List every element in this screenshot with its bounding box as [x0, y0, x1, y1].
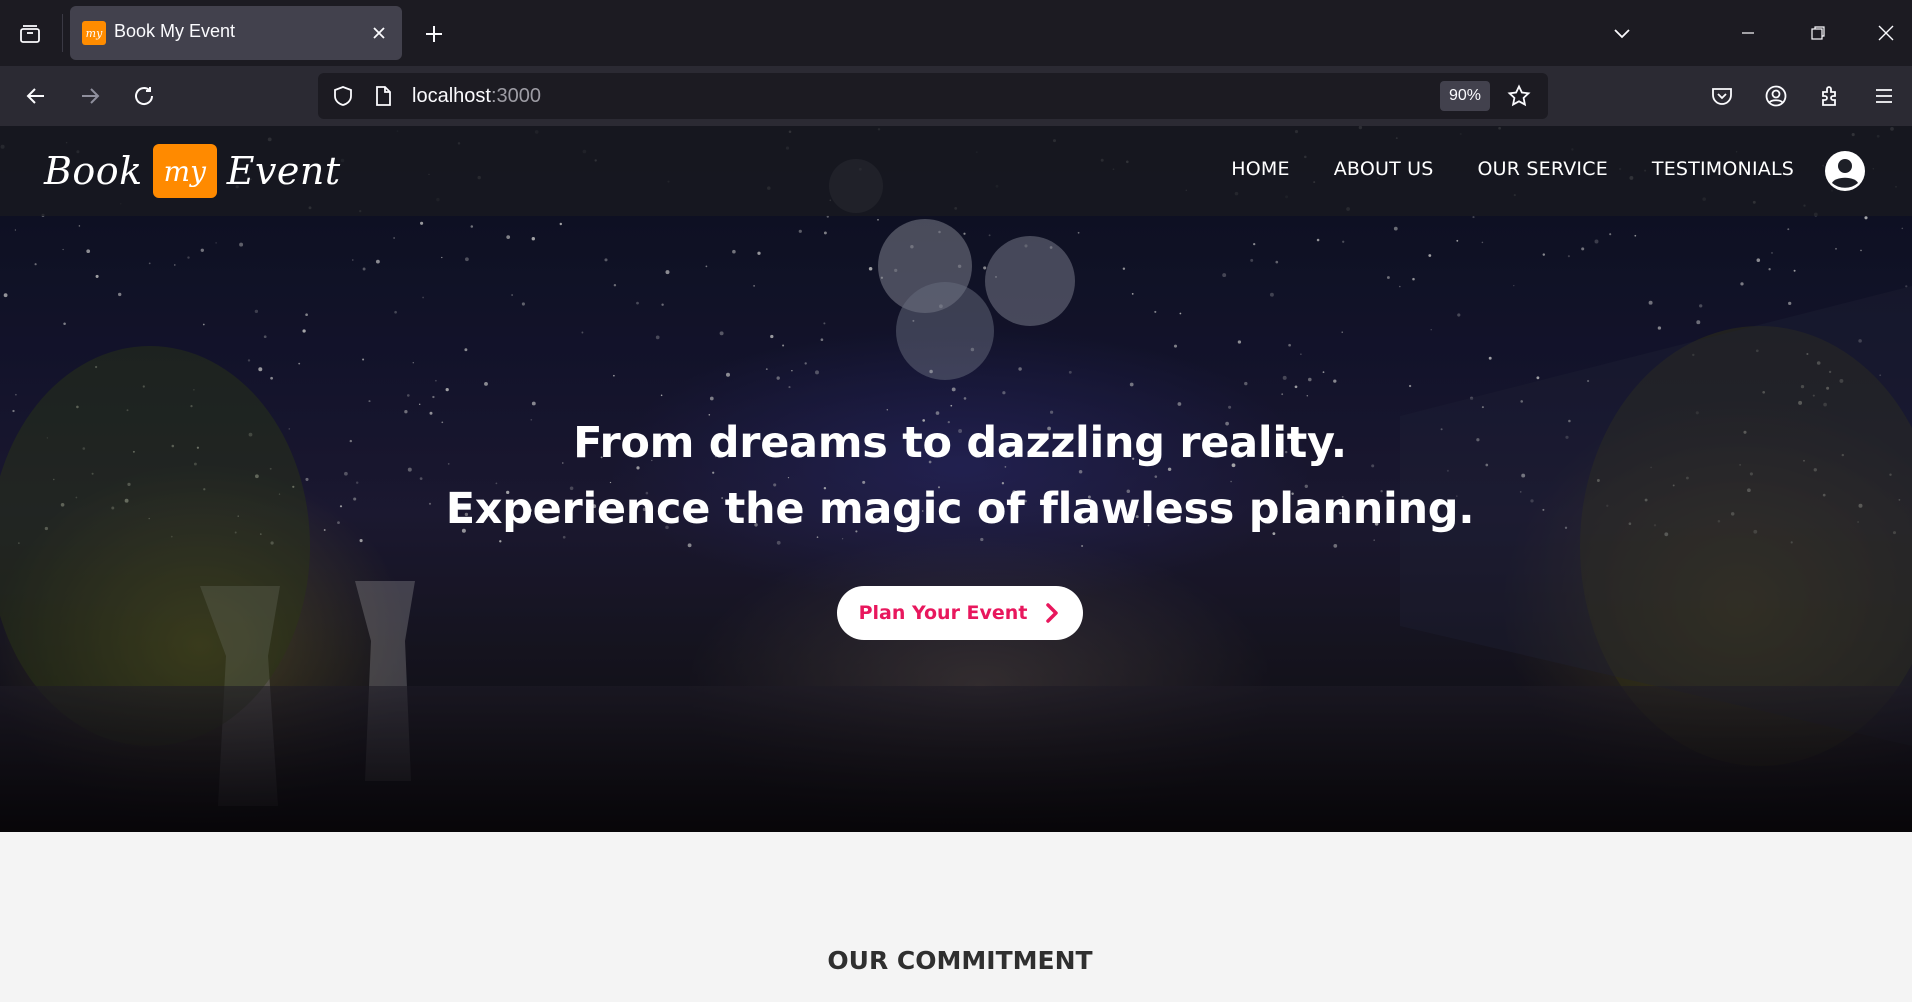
forward-arrow-icon[interactable] [70, 76, 110, 116]
browser-tab-strip: my Book My Event [0, 0, 1912, 66]
browser-tab[interactable]: my Book My Event [70, 6, 402, 60]
url-text[interactable]: localhost:3000 [412, 85, 541, 108]
chevron-down-icon[interactable] [1600, 12, 1644, 54]
minimize-icon[interactable] [1726, 12, 1770, 54]
reload-icon[interactable] [124, 76, 164, 116]
hero-line-2: Experience the magic of flawless plannin… [445, 484, 1475, 534]
browser-toolbar: localhost:3000 90% [0, 66, 1912, 126]
user-account-icon[interactable] [1824, 150, 1866, 192]
section-heading: OUR COMMITMENT [827, 946, 1093, 975]
hero-line-1: From dreams to dazzling reality. [573, 418, 1347, 468]
nav-link-home[interactable]: HOME [1231, 158, 1289, 180]
chevron-right-icon [1046, 603, 1059, 623]
restore-icon[interactable] [1796, 12, 1840, 54]
logo-word-my: my [163, 154, 206, 188]
site-nav: HOME ABOUT US OUR SERVICE TESTIMONIALS [1231, 158, 1794, 180]
nav-link-about-us[interactable]: ABOUT US [1334, 158, 1434, 180]
hero-headline: From dreams to dazzling reality. Experie… [0, 410, 1912, 542]
plus-icon[interactable] [416, 16, 452, 52]
account-icon[interactable] [1756, 76, 1796, 116]
tab-separator [62, 14, 63, 52]
favicon-text: my [85, 26, 103, 40]
back-arrow-icon[interactable] [16, 76, 56, 116]
tab-title: Book My Event [114, 21, 236, 41]
web-page: Book my Event HOME ABOUT US OUR SERVICE … [0, 126, 1912, 1002]
site-header: Book my Event HOME ABOUT US OUR SERVICE … [0, 126, 1912, 216]
page-icon[interactable] [370, 83, 396, 109]
menu-icon[interactable] [1864, 76, 1904, 116]
star-icon[interactable] [1504, 81, 1534, 111]
site-logo[interactable]: Book my Event [44, 142, 341, 200]
url-bar[interactable]: localhost:3000 90% [318, 73, 1548, 119]
tab-list-icon[interactable] [12, 16, 48, 52]
url-host: localhost [412, 85, 491, 107]
logo-word-event: Event [226, 149, 341, 193]
hero-section: Book my Event HOME ABOUT US OUR SERVICE … [0, 126, 1912, 832]
extensions-icon[interactable] [1810, 76, 1850, 116]
nav-link-testimonials[interactable]: TESTIMONIALS [1652, 158, 1794, 180]
logo-badge: my [152, 144, 217, 198]
plan-event-label: Plan Your Event [858, 602, 1028, 624]
nav-link-our-service[interactable]: OUR SERVICE [1478, 158, 1608, 180]
logo-word-book: Book [44, 149, 143, 193]
shield-icon[interactable] [330, 83, 356, 109]
plan-event-button[interactable]: Plan Your Event [837, 586, 1083, 640]
window-close-icon[interactable] [1864, 12, 1908, 54]
pocket-icon[interactable] [1702, 76, 1742, 116]
url-port: :3000 [490, 85, 541, 107]
favicon-icon: my [82, 21, 106, 45]
close-icon[interactable] [366, 20, 392, 46]
zoom-badge[interactable]: 90% [1440, 81, 1490, 111]
